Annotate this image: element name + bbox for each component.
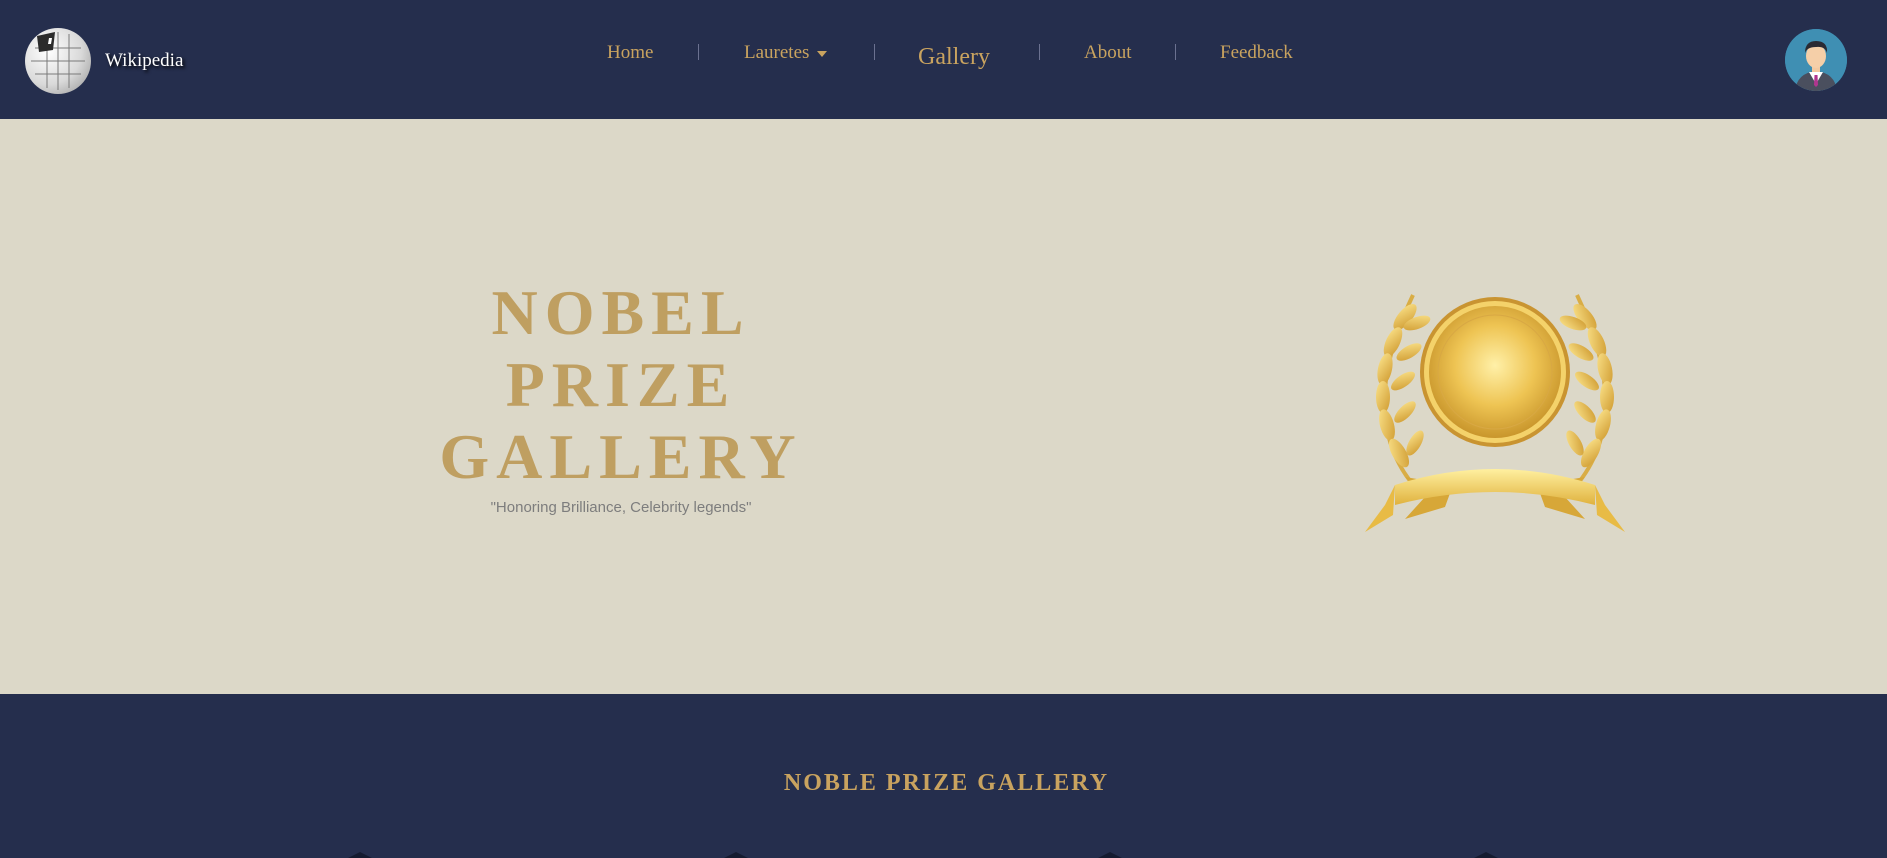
navbar: Wikipedia Home Lauretes Gallery About Fe…	[0, 0, 1887, 119]
section-title: NOBLE PRIZE GALLERY	[783, 770, 1110, 796]
main-nav: Home Lauretes Gallery About Feedback	[0, 0, 1887, 119]
gallery-card-peek	[1098, 852, 1122, 858]
nav-feedback[interactable]: Feedback	[1220, 42, 1293, 64]
nav-gallery[interactable]: Gallery	[918, 44, 990, 71]
nav-lauretes-label: Lauretes	[744, 42, 810, 63]
gallery-section: NOBLE PRIZE GALLERY	[0, 694, 1887, 858]
hero-section: NOBEL PRIZE GALLERY "Honoring Brilliance…	[0, 119, 1887, 694]
nav-home[interactable]: Home	[607, 42, 653, 64]
gold-medal-laurel-icon	[1345, 257, 1645, 557]
nav-separator	[1175, 44, 1176, 60]
hero-title-line: GALLERY	[439, 421, 803, 492]
hero-title-line: PRIZE	[505, 349, 737, 420]
nav-separator	[1039, 44, 1040, 60]
nav-separator	[874, 44, 875, 60]
user-avatar-icon[interactable]	[1785, 29, 1847, 91]
nav-separator	[698, 44, 699, 60]
nav-about[interactable]: About	[1084, 42, 1132, 64]
chevron-down-icon	[817, 50, 828, 57]
gallery-card-peek	[1474, 852, 1498, 858]
nav-lauretes[interactable]: Lauretes	[744, 42, 828, 64]
hero-tagline: "Honoring Brilliance, Celebrity legends"	[490, 499, 752, 516]
gallery-card-peek	[348, 852, 372, 858]
hero-title: NOBEL PRIZE GALLERY	[421, 277, 821, 493]
gallery-card-peek	[724, 852, 748, 858]
hero-title-line: NOBEL	[491, 277, 751, 348]
